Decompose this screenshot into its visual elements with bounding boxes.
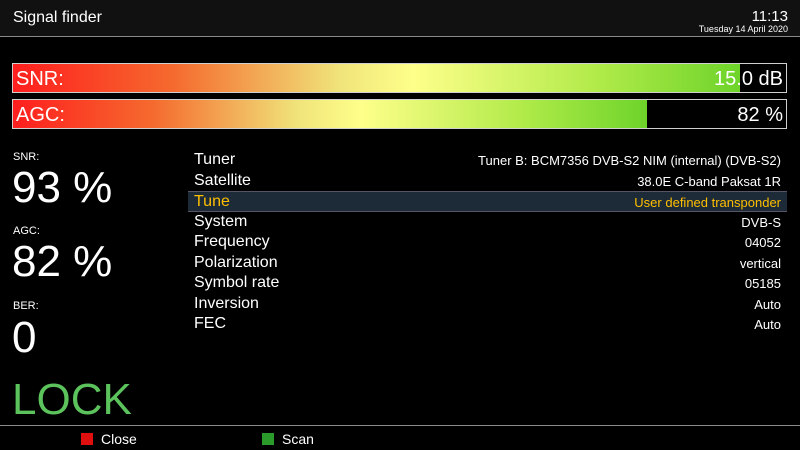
info-key: Tuner [194, 151, 236, 168]
agc-meter: AGC: 82 % [12, 99, 787, 129]
agc-meter-label: AGC: [16, 104, 65, 126]
agc-meter-value: 82 % [737, 104, 783, 126]
clock-date: Tuesday 14 April 2020 [698, 24, 788, 34]
header-divider [0, 36, 800, 37]
tuning-info-list: Tuner Tuner B: BCM7356 DVB-S2 NIM (intern… [188, 150, 787, 335]
info-value: Auto [754, 296, 781, 312]
header-bar: Signal finder 11:13 Tuesday 14 April 202… [0, 0, 800, 37]
red-key-icon [81, 433, 93, 445]
close-button-label: Close [101, 431, 137, 447]
info-row-system[interactable]: System DVB-S [188, 212, 787, 233]
info-row-satellite[interactable]: Satellite 38.0E C-band Paksat 1R [188, 171, 787, 192]
info-key: Symbol rate [194, 274, 280, 291]
info-key: System [194, 212, 248, 230]
agc-meter-fill [13, 100, 647, 128]
info-row-tune[interactable]: Tune User defined transponder [188, 191, 787, 212]
snr-meter-value: 15.0 dB [714, 68, 783, 90]
info-key: Satellite [194, 171, 251, 189]
snr-stat-value: 93 % [12, 163, 113, 212]
green-key-icon [262, 433, 274, 445]
info-value: User defined transponder [634, 195, 781, 210]
info-key: Frequency [194, 233, 270, 250]
close-button[interactable]: Close [81, 431, 137, 447]
snr-stat-label: SNR: [13, 151, 40, 163]
info-row-tuner[interactable]: Tuner Tuner B: BCM7356 DVB-S2 NIM (intern… [188, 150, 787, 171]
info-value: vertical [739, 255, 781, 271]
info-key: Polarization [194, 253, 278, 271]
info-key: Tune [194, 193, 230, 210]
info-row-polarization[interactable]: Polarization vertical [188, 253, 787, 274]
info-value: 05185 [744, 276, 781, 291]
info-row-frequency[interactable]: Frequency 04052 [188, 232, 787, 253]
scan-button[interactable]: Scan [262, 431, 314, 447]
info-value: Auto [754, 317, 781, 332]
lock-status: LOCK [12, 375, 132, 424]
info-row-inversion[interactable]: Inversion Auto [188, 294, 787, 315]
info-value: Tuner B: BCM7356 DVB-S2 NIM (internal) (… [478, 153, 781, 168]
snr-meter: SNR: 15.0 dB [12, 63, 787, 93]
info-key: Inversion [194, 294, 259, 312]
snr-meter-label: SNR: [16, 68, 64, 90]
snr-meter-fill [13, 64, 740, 92]
footer-bar: Close Scan [0, 426, 800, 450]
clock-time: 11:13 [751, 8, 788, 25]
agc-stat-value: 82 % [12, 237, 113, 286]
agc-stat-label: AGC: [13, 225, 40, 237]
info-row-fec[interactable]: FEC Auto [188, 314, 787, 335]
info-value: 38.0E C-band Paksat 1R [637, 173, 781, 189]
info-key: FEC [194, 315, 226, 332]
info-value: DVB-S [741, 214, 781, 230]
ber-stat-label: BER: [13, 300, 39, 312]
info-value: 04052 [744, 235, 781, 250]
info-row-symbol-rate[interactable]: Symbol rate 05185 [188, 273, 787, 294]
scan-button-label: Scan [282, 431, 314, 447]
ber-stat-value: 0 [12, 313, 37, 362]
app-title: Signal finder [13, 9, 102, 26]
